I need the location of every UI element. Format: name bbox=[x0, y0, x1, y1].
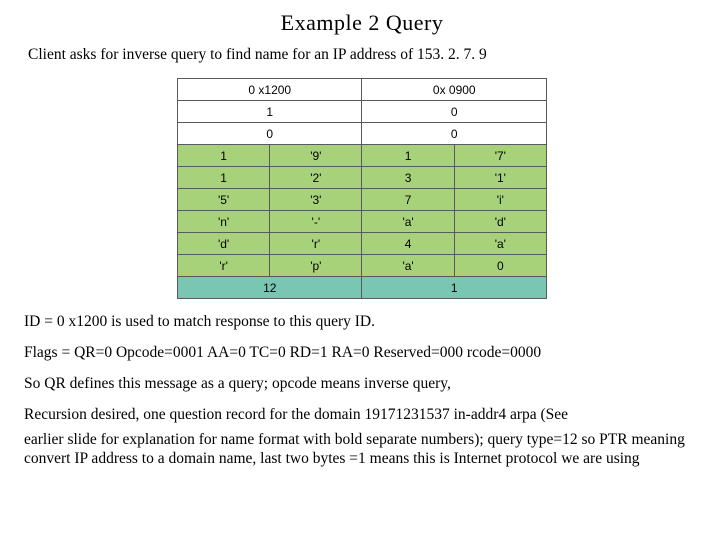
table-row: 0 0 bbox=[178, 123, 547, 145]
cell: '7' bbox=[454, 145, 546, 167]
cell-flags: 0x 0900 bbox=[362, 79, 547, 101]
paragraph: ID = 0 x1200 is used to match response t… bbox=[24, 313, 700, 332]
cell: 'r' bbox=[270, 233, 362, 255]
table-row: 1 '2' 3 '1' bbox=[178, 167, 547, 189]
cell: '9' bbox=[270, 145, 362, 167]
cell: 12 bbox=[178, 277, 362, 299]
cell: 4 bbox=[362, 233, 454, 255]
table-row: 1 '9' 1 '7' bbox=[178, 145, 547, 167]
cell: 'a' bbox=[454, 233, 546, 255]
cell: '1' bbox=[454, 167, 546, 189]
table-row: 12 1 bbox=[178, 277, 547, 299]
cell: 'd' bbox=[454, 211, 546, 233]
subtitle-text: Client asks for inverse query to find na… bbox=[28, 46, 700, 64]
table-row: 'r' 'p' 'a' 0 bbox=[178, 255, 547, 277]
cell: '3' bbox=[270, 189, 362, 211]
cell: 0 bbox=[362, 101, 547, 123]
table-row: 'd' 'r' 4 'a' bbox=[178, 233, 547, 255]
cell: 0 bbox=[454, 255, 546, 277]
paragraph: Recursion desired, one question record f… bbox=[24, 406, 700, 425]
table-row: '5' '3' 7 'i' bbox=[178, 189, 547, 211]
cell: 1 bbox=[362, 277, 547, 299]
paragraph: So QR defines this message as a query; o… bbox=[24, 375, 700, 394]
page-title: Example 2 Query bbox=[24, 10, 700, 36]
table-row: 0 x1200 0x 0900 bbox=[178, 79, 547, 101]
cell: 0 bbox=[178, 123, 362, 145]
dns-packet-table: 0 x1200 0x 0900 1 0 0 0 1 '9' 1 '7' 1 '2… bbox=[177, 78, 547, 299]
table-row: 'n' '-' 'a' 'd' bbox=[178, 211, 547, 233]
cell: 'd' bbox=[178, 233, 270, 255]
table-row: 1 0 bbox=[178, 101, 547, 123]
cell: 1 bbox=[178, 145, 270, 167]
cell: 'n' bbox=[178, 211, 270, 233]
paragraph: Flags = QR=0 Opcode=0001 AA=0 TC=0 RD=1 … bbox=[24, 344, 700, 363]
cell: 'r' bbox=[178, 255, 270, 277]
cell: 'i' bbox=[454, 189, 546, 211]
cell: 1 bbox=[178, 167, 270, 189]
cell: 'p' bbox=[270, 255, 362, 277]
cell: '5' bbox=[178, 189, 270, 211]
cell: 3 bbox=[362, 167, 454, 189]
cell: '2' bbox=[270, 167, 362, 189]
dns-table-container: 0 x1200 0x 0900 1 0 0 0 1 '9' 1 '7' 1 '2… bbox=[177, 78, 547, 299]
cell: 1 bbox=[178, 101, 362, 123]
body-text: ID = 0 x1200 is used to match response t… bbox=[24, 313, 700, 468]
cell: '-' bbox=[270, 211, 362, 233]
cell: 7 bbox=[362, 189, 454, 211]
cell: 'a' bbox=[362, 211, 454, 233]
paragraph: earlier slide for explanation for name f… bbox=[24, 431, 700, 469]
cell: 'a' bbox=[362, 255, 454, 277]
cell: 0 bbox=[362, 123, 547, 145]
cell: 1 bbox=[362, 145, 454, 167]
cell-id: 0 x1200 bbox=[178, 79, 362, 101]
